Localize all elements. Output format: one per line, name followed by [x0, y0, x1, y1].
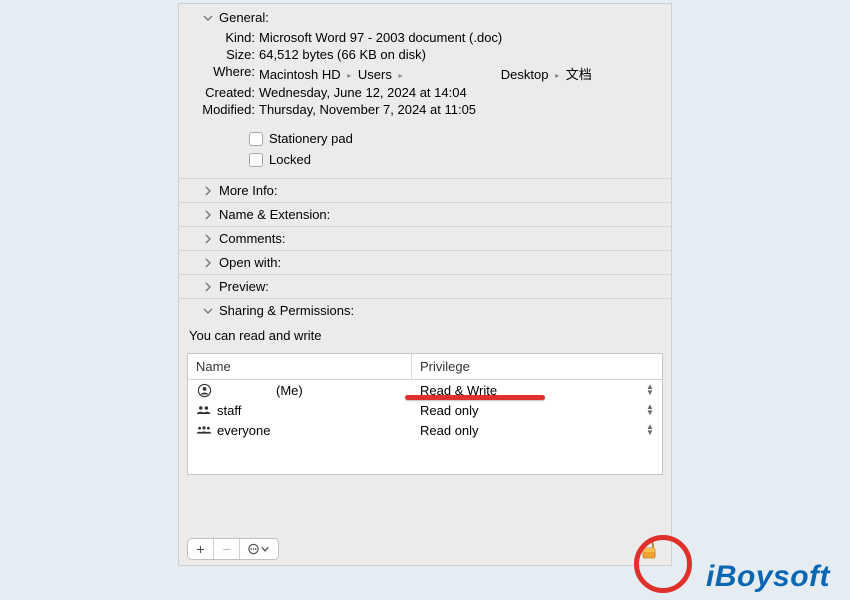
size-value: 64,512 bytes (66 KB on disk) — [259, 47, 671, 62]
group-icon — [196, 402, 212, 418]
where-part2: Users — [358, 67, 392, 82]
permissions-toolbar: + − — [187, 538, 279, 560]
locked-checkbox[interactable] — [249, 153, 263, 167]
sharing-status: You can read and write — [179, 322, 671, 353]
chevron-right-icon — [201, 210, 215, 220]
created-value: Wednesday, June 12, 2024 at 14:04 — [259, 85, 671, 100]
section-sharing[interactable]: Sharing & Permissions: — [179, 298, 671, 322]
section-open-with-label: Open with: — [219, 255, 281, 270]
group-icon — [196, 422, 212, 438]
created-label: Created: — [199, 85, 259, 100]
section-general[interactable]: General: — [179, 4, 671, 29]
remove-button[interactable]: − — [214, 538, 240, 560]
section-preview[interactable]: Preview: — [179, 274, 671, 298]
section-name-ext-label: Name & Extension: — [219, 207, 330, 222]
chevron-right-icon — [201, 186, 215, 196]
stationery-row: Stationery pad — [189, 128, 671, 149]
chevron-right-icon — [201, 258, 215, 268]
table-header: Name Privilege — [188, 354, 662, 380]
lock-icon — [640, 540, 658, 560]
kind-value: Microsoft Word 97 - 2003 document (.doc) — [259, 30, 671, 45]
path-separator-icon: ▸ — [555, 71, 559, 80]
col-privilege: Privilege — [412, 354, 662, 379]
locked-row: Locked — [189, 149, 671, 170]
section-more-info-label: More Info: — [219, 183, 278, 198]
add-button[interactable]: + — [188, 538, 214, 560]
table-row[interactable]: staff Read only ▲▼ — [188, 400, 662, 420]
get-info-panel: General: Kind:Microsoft Word 97 - 2003 d… — [178, 3, 672, 566]
path-separator-icon: ▸ — [398, 71, 402, 80]
section-sharing-label: Sharing & Permissions: — [219, 303, 354, 318]
section-general-label: General: — [219, 10, 269, 25]
modified-value: Thursday, November 7, 2024 at 11:05 — [259, 102, 671, 117]
lock-button[interactable] — [637, 538, 661, 562]
brand-watermark: iBoysoft — [706, 560, 830, 594]
section-more-info[interactable]: More Info: — [179, 178, 671, 202]
stepper-icon[interactable]: ▲▼ — [646, 424, 654, 436]
action-menu-button[interactable] — [240, 538, 278, 560]
chevron-down-icon — [201, 306, 215, 316]
stationery-checkbox[interactable] — [249, 132, 263, 146]
path-separator-icon: ▸ — [347, 71, 351, 80]
permissions-table: Name Privilege (Me) Read & Write ▲▼ — [187, 353, 663, 475]
where-value: Macintosh HD ▸ Users ▸ Desktop ▸ 文档 — [259, 64, 671, 83]
stationery-label: Stationery pad — [269, 131, 353, 146]
section-comments-label: Comments: — [219, 231, 285, 246]
section-name-ext[interactable]: Name & Extension: — [179, 202, 671, 226]
stepper-icon[interactable]: ▲▼ — [646, 404, 654, 416]
brand-text: iBoysoft — [706, 560, 830, 593]
size-label: Size: — [199, 47, 259, 62]
col-name: Name — [188, 354, 412, 379]
user-name: everyone — [217, 423, 270, 438]
person-icon — [196, 382, 212, 398]
table-row[interactable]: everyone Read only ▲▼ — [188, 420, 662, 440]
table-body: (Me) Read & Write ▲▼ staff Read only ▲▼ — [188, 380, 662, 440]
modified-label: Modified: — [199, 102, 259, 117]
where-part1: Macintosh HD — [259, 67, 341, 82]
annotation-underline — [405, 395, 545, 400]
where-part4: 文档 — [566, 67, 592, 82]
section-open-with[interactable]: Open with: — [179, 250, 671, 274]
user-suffix: (Me) — [276, 383, 303, 398]
privilege-value: Read only — [420, 403, 479, 418]
general-details: Kind:Microsoft Word 97 - 2003 document (… — [173, 29, 671, 178]
chevron-right-icon — [201, 234, 215, 244]
locked-label: Locked — [269, 152, 311, 167]
kind-label: Kind: — [199, 30, 259, 45]
where-label: Where: — [199, 64, 259, 83]
section-preview-label: Preview: — [219, 279, 269, 294]
chevron-right-icon — [201, 282, 215, 292]
privilege-value: Read only — [420, 423, 479, 438]
where-part3: Desktop — [501, 67, 549, 82]
chevron-down-icon — [201, 13, 215, 23]
section-comments[interactable]: Comments: — [179, 226, 671, 250]
stepper-icon[interactable]: ▲▼ — [646, 384, 654, 396]
user-name: staff — [217, 403, 241, 418]
